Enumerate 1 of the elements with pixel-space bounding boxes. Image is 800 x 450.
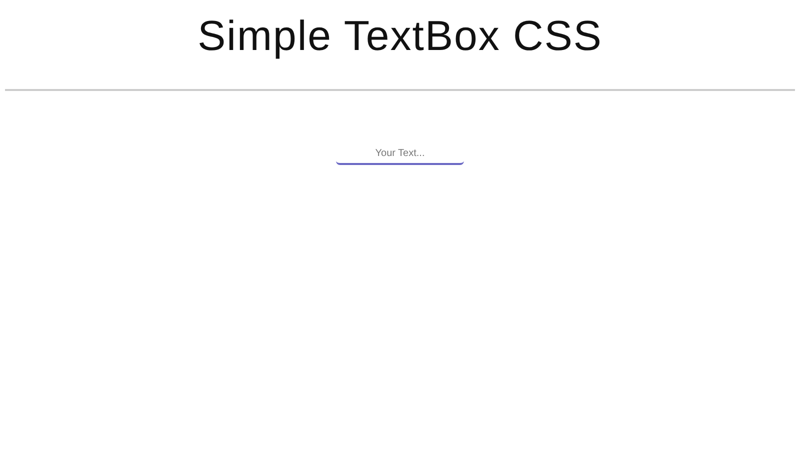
page-title: Simple TextBox CSS — [196, 11, 604, 61]
